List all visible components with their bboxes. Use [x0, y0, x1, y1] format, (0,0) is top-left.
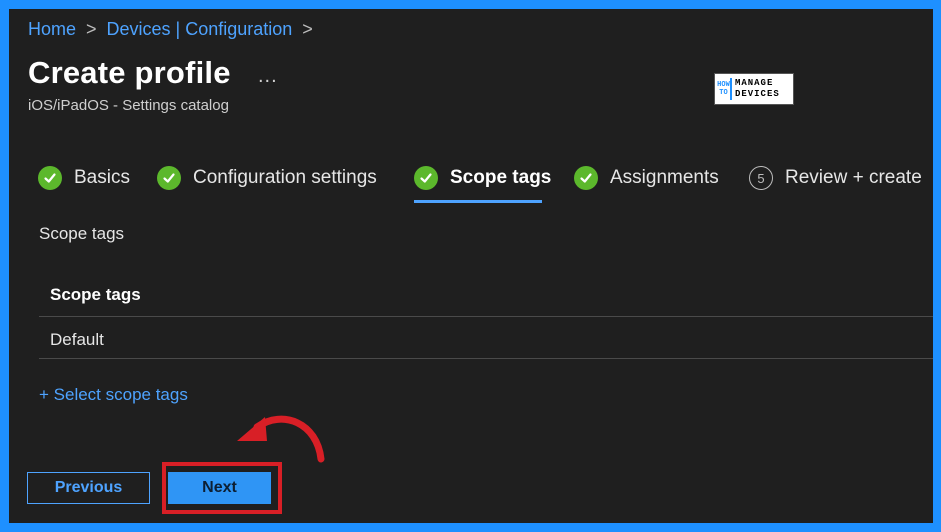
step-label: Configuration settings — [193, 167, 377, 188]
step-configuration-settings[interactable]: Configuration settings — [157, 166, 377, 190]
step-review-create[interactable]: 5 Review + create — [749, 166, 922, 190]
step-basics[interactable]: Basics — [38, 166, 130, 190]
page-subtitle: iOS/iPadOS - Settings catalog — [28, 97, 229, 114]
logo-text-right: MANAGE DEVICES — [729, 78, 793, 100]
step-label: Assignments — [610, 167, 719, 188]
table-divider — [39, 316, 933, 317]
app-frame: Home > Devices | Configuration > Create … — [9, 9, 933, 523]
logo-text-left: HOW TO — [717, 81, 730, 97]
section-label: Scope tags — [39, 224, 125, 243]
breadcrumb: Home > Devices | Configuration > — [28, 19, 323, 40]
page-title: Create profile — [28, 55, 231, 90]
step-assignments[interactable]: Assignments — [574, 166, 719, 190]
step-label: Review + create — [785, 167, 922, 188]
select-scope-tags-link[interactable]: + Select scope tags — [39, 385, 188, 405]
table-divider — [39, 358, 933, 359]
active-step-underline — [414, 200, 542, 203]
breadcrumb-separator: > — [302, 19, 313, 39]
breadcrumb-home-link[interactable]: Home — [28, 19, 76, 40]
check-circle-icon — [574, 166, 598, 190]
more-options-icon[interactable]: ... — [258, 65, 278, 88]
step-label: Scope tags — [450, 167, 552, 188]
check-circle-icon — [414, 166, 438, 190]
breadcrumb-separator: > — [86, 19, 97, 39]
step-label: Basics — [74, 167, 130, 188]
check-circle-icon — [38, 166, 62, 190]
annotation-arrow-icon — [237, 415, 325, 463]
table-row: Default — [50, 330, 104, 349]
step-scope-tags[interactable]: Scope tags — [414, 166, 551, 190]
table-header: Scope tags — [50, 285, 141, 304]
check-circle-icon — [157, 166, 181, 190]
step-number-icon: 5 — [749, 166, 773, 190]
breadcrumb-devices-configuration-link[interactable]: Devices | Configuration — [107, 19, 293, 40]
previous-button[interactable]: Previous — [27, 472, 150, 504]
howto-manage-devices-logo: HOW TO MANAGE DEVICES — [714, 73, 794, 105]
